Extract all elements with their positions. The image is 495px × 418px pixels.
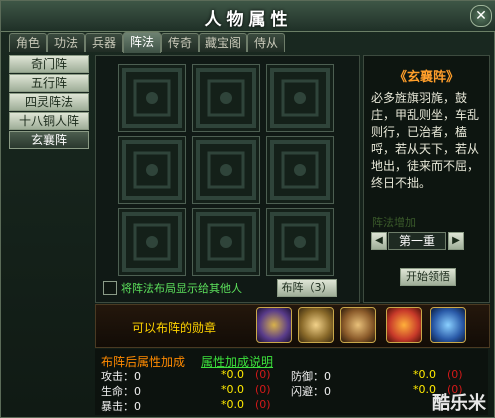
show-layout-option: 将阵法布局显示给其他人 (103, 280, 278, 296)
tab-legend[interactable]: 传奇 (161, 33, 199, 52)
tab-treasure-pavilion[interactable]: 藏宝阁 (199, 33, 247, 52)
formation-item-xuanxiang[interactable]: 玄襄阵 (9, 131, 89, 149)
life-stat: 生命：0 (101, 385, 141, 398)
defense-stat: 防御：0 (291, 370, 331, 383)
attack-stat: 攻击：0 (101, 370, 141, 383)
formation-slot[interactable] (118, 208, 186, 276)
formation-bonus-label: 阵法增加 (372, 216, 416, 229)
dodge-stat: 闪避：0 (291, 385, 331, 398)
tab-weapons[interactable]: 兵器 (85, 33, 123, 52)
formation-list: 奇门阵 五行阵 四灵阵法 十八铜人阵 玄襄阵 (9, 55, 89, 295)
tab-character[interactable]: 角色 (9, 33, 47, 52)
crit-multiplier: *0.0 (221, 398, 244, 411)
formation-slot[interactable] (266, 64, 334, 132)
tab-formation[interactable]: 阵法 (123, 32, 161, 53)
badge-bar-label: 可以布阵的勋章 (132, 321, 217, 335)
crit-extra: (0) (255, 398, 271, 411)
formation-item-bronze-men[interactable]: 十八铜人阵 (9, 112, 89, 130)
defense-multiplier: *0.0 (413, 368, 436, 381)
formation-slot[interactable] (192, 64, 260, 132)
dragon-badge-icon[interactable] (430, 307, 466, 343)
deploy-formation-button[interactable]: 布阵（3） (277, 279, 337, 297)
defense-extra: (0) (447, 368, 463, 381)
start-comprehend-button[interactable]: 开始领悟 (400, 268, 456, 286)
attack-multiplier: *0.0 (221, 368, 244, 381)
close-button[interactable]: ✕ (470, 5, 492, 27)
character-attributes-window: 人物属性 ✕ 角色 功法 兵器 阵法 传奇 藏宝阁 侍从 奇门阵 五行阵 四灵阵… (0, 0, 495, 418)
window-title: 人物属性 (204, 10, 293, 30)
watermark-logo: 酷乐米 (432, 393, 486, 414)
formation-slot[interactable] (118, 136, 186, 204)
formation-info-panel: 《玄襄阵》 必多旌旗羽旄，鼓庄，甲乱则坐，车乱则行，已治者，榼哷，若从天下，若从… (363, 55, 490, 303)
show-layout-checkbox[interactable] (103, 281, 117, 295)
cross-badge-icon[interactable] (298, 307, 334, 343)
formation-name: 《玄襄阵》 (393, 70, 459, 85)
crit-stat: 暴击：0 (101, 400, 141, 413)
tab-attendants[interactable]: 侍从 (247, 33, 285, 52)
formation-item-qimen[interactable]: 奇门阵 (9, 55, 89, 73)
show-layout-label: 将阵法布局显示给其他人 (121, 282, 242, 295)
life-multiplier: *0.0 (221, 383, 244, 396)
previous-level-button[interactable]: ◀ (371, 232, 387, 250)
formation-slot[interactable] (266, 208, 334, 276)
next-level-button[interactable]: ▶ (448, 232, 464, 250)
stat-bonus-panel: 布阵后属性加成 属性加成说明 攻击：0 *0.0 (0) 防御：0 *0.0 (… (95, 349, 488, 415)
badge-bar: 可以布阵的勋章 (95, 304, 490, 348)
title-bar[interactable]: 人物属性 ✕ (1, 1, 495, 32)
wing-badge-icon[interactable] (256, 307, 292, 343)
formation-slot[interactable] (192, 208, 260, 276)
formation-item-wuxing[interactable]: 五行阵 (9, 74, 89, 92)
formation-slot[interactable] (192, 136, 260, 204)
attack-extra: (0) (255, 368, 271, 381)
life-extra: (0) (255, 383, 271, 396)
heart-badge-icon[interactable] (386, 307, 422, 343)
coin-badge-icon[interactable] (340, 307, 376, 343)
formation-level: 第一重 (388, 232, 446, 250)
formation-grid (95, 55, 360, 303)
formation-item-siling[interactable]: 四灵阵法 (9, 93, 89, 111)
formation-slot[interactable] (266, 136, 334, 204)
formation-description: 必多旌旗羽旄，鼓庄，甲乱则坐，车乱则行，已治者，榼哷，若从天下，若从地出，徒来而… (371, 91, 480, 190)
formation-slot[interactable] (118, 64, 186, 132)
tab-skills[interactable]: 功法 (47, 33, 85, 52)
